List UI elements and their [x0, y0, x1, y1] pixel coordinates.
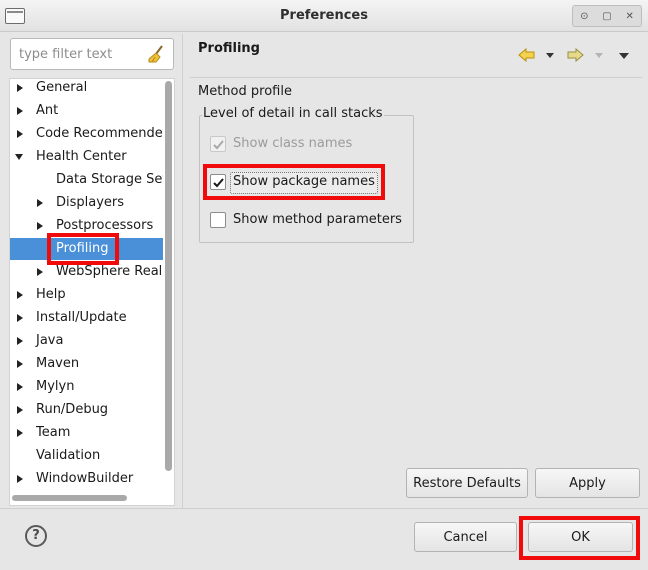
tree-item-label: Team — [36, 425, 71, 440]
tree-item[interactable]: Data Storage Settings — [10, 169, 163, 191]
view-menu-icon[interactable] — [619, 53, 629, 59]
tree-item-label: General — [36, 80, 88, 95]
window-title: Preferences — [280, 8, 368, 23]
minimize-button[interactable]: ⊙ — [575, 11, 593, 22]
group-title: Level of detail in call stacks — [202, 106, 384, 121]
tree-item[interactable]: Install/Update — [10, 307, 163, 329]
tree-item[interactable]: Postprocessors — [10, 215, 163, 237]
tree-item[interactable]: WebSphere Real Time — [10, 261, 163, 283]
apply-button[interactable]: Apply — [535, 468, 640, 498]
tree-item-label: Health Center — [36, 149, 127, 164]
maximize-button[interactable]: ▢ — [598, 11, 616, 22]
back-menu-chevron-down-icon[interactable] — [546, 53, 554, 58]
pane-divider[interactable] — [182, 34, 183, 508]
tree-item[interactable]: Health Center — [10, 146, 163, 168]
title-bar: Preferences ⊙ ▢ ✕ — [0, 0, 648, 32]
forward-arrow-icon[interactable] — [566, 47, 584, 63]
tree-item[interactable]: Code Recommenders — [10, 123, 163, 145]
method-profile-label: Method profile — [198, 84, 292, 99]
tree-item-label: WindowBuilder — [36, 471, 134, 486]
check-icon — [213, 178, 224, 188]
tree-horizontal-scrollbar[interactable] — [12, 495, 127, 501]
help-icon[interactable]: ? — [25, 525, 47, 547]
tree-item-label: Data Storage Settings — [56, 172, 163, 187]
tree-item-label: Code Recommenders — [36, 126, 163, 141]
tree-item[interactable]: Help — [10, 284, 163, 306]
check-icon — [213, 140, 224, 150]
expand-arrow-right-icon[interactable] — [37, 199, 43, 207]
tree-item[interactable]: WindowBuilder — [10, 468, 163, 490]
expand-arrow-right-icon[interactable] — [17, 383, 23, 391]
clear-filter-icon[interactable] — [147, 45, 165, 63]
expand-arrow-right-icon[interactable] — [17, 475, 23, 483]
tree-item-label: Run/Debug — [36, 402, 109, 417]
preference-tree[interactable]: General Ant Code Recommenders Health Center… — [9, 78, 175, 506]
filter-input[interactable] — [15, 43, 145, 65]
show-method-parameters-checkbox[interactable] — [210, 212, 226, 228]
window-controls: ⊙ ▢ ✕ — [572, 5, 642, 27]
tree-item-label: Validation — [36, 448, 101, 463]
cancel-button[interactable]: Cancel — [414, 522, 517, 552]
tree-item-label: Mylyn — [36, 379, 75, 394]
tree-item[interactable]: Displayers — [10, 192, 163, 214]
tree-item-label: Maven — [36, 356, 80, 371]
header-separator — [190, 77, 642, 78]
tree-item[interactable]: Maven — [10, 353, 163, 375]
restore-defaults-button[interactable]: Restore Defaults — [406, 468, 528, 498]
expand-arrow-right-icon[interactable] — [37, 222, 43, 230]
show-class-names-checkbox — [210, 136, 226, 152]
close-button[interactable]: ✕ — [621, 11, 639, 22]
tree-item[interactable]: General — [10, 79, 163, 99]
tree-item[interactable]: Ant — [10, 100, 163, 122]
tree-item[interactable]: Team — [10, 422, 163, 444]
tree-item-label: WebSphere Real Time — [56, 264, 163, 279]
expand-arrow-right-icon[interactable] — [17, 406, 23, 414]
show-package-names-checkbox[interactable] — [210, 174, 226, 190]
expand-arrow-down-icon[interactable] — [15, 154, 23, 160]
tree-vertical-scrollbar[interactable] — [165, 81, 172, 471]
tree-item-label: Java — [36, 333, 64, 348]
tree-item[interactable]: Validation — [10, 445, 163, 467]
tree-item[interactable]: Run/Debug — [10, 399, 163, 421]
tree-item-label: Ant — [36, 103, 59, 118]
expand-arrow-right-icon[interactable] — [17, 429, 23, 437]
ok-button[interactable]: OK — [528, 522, 633, 552]
page-title: Profiling — [198, 41, 260, 56]
tree-item[interactable]: Mylyn — [10, 376, 163, 398]
expand-arrow-right-icon[interactable] — [37, 268, 43, 276]
tree-item-label: Help — [36, 287, 66, 302]
show-method-parameters-label[interactable]: Show method parameters — [233, 210, 402, 230]
forward-menu-chevron-down-icon[interactable] — [595, 53, 603, 58]
expand-arrow-right-icon[interactable] — [17, 107, 23, 115]
tree-item-label: Install/Update — [36, 310, 127, 325]
tree-item-label: Profiling — [56, 241, 109, 256]
filter-box — [10, 38, 174, 70]
footer-separator — [0, 508, 648, 509]
expand-arrow-right-icon[interactable] — [17, 291, 23, 299]
show-class-names-label: Show class names — [233, 136, 353, 151]
expand-arrow-right-icon[interactable] — [17, 314, 23, 322]
expand-arrow-right-icon[interactable] — [17, 337, 23, 345]
tree-item-label: Displayers — [56, 195, 125, 210]
tree-item[interactable]: Profiling — [10, 238, 163, 260]
tree-item[interactable]: Java — [10, 330, 163, 352]
expand-arrow-right-icon[interactable] — [17, 130, 23, 138]
show-package-names-label[interactable]: Show package names — [233, 172, 375, 192]
expand-arrow-right-icon[interactable] — [17, 84, 23, 92]
back-arrow-icon[interactable] — [518, 47, 536, 63]
tree-item-label: Postprocessors — [56, 218, 154, 233]
expand-arrow-right-icon[interactable] — [17, 360, 23, 368]
